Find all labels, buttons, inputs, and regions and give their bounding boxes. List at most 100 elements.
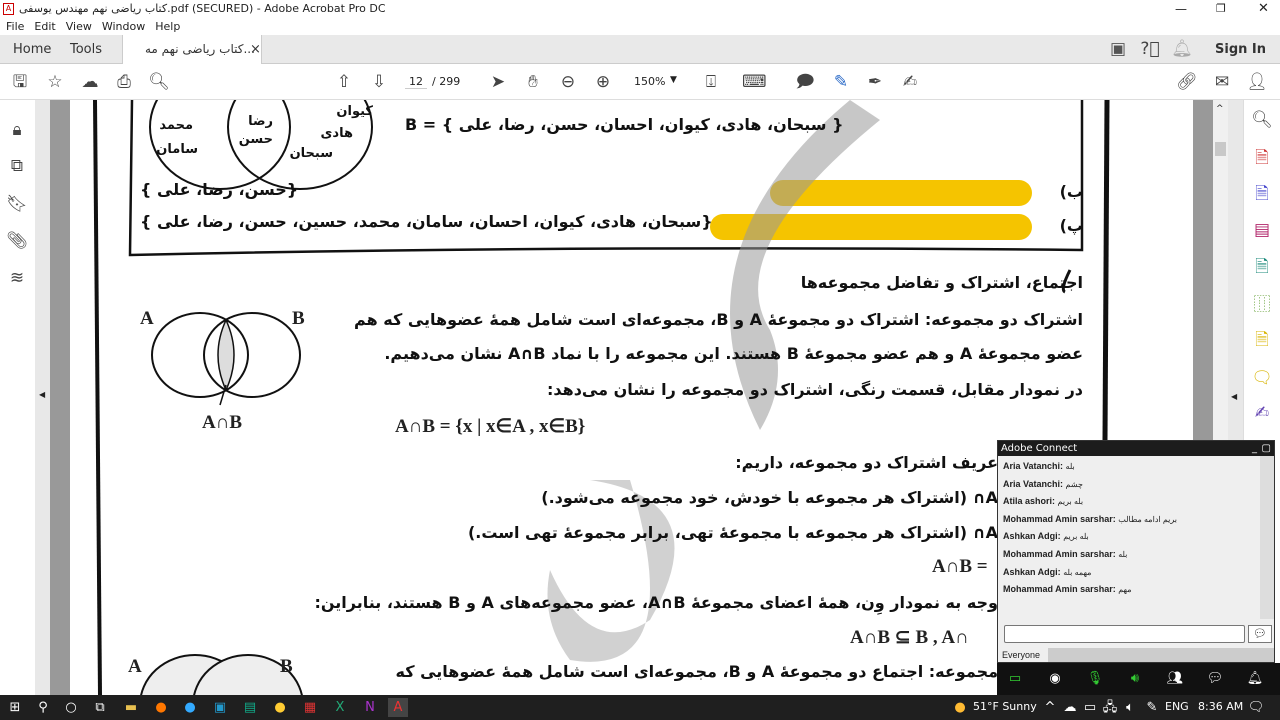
audience-tab-everyone[interactable]: Everyone xyxy=(998,648,1048,662)
compress-icon[interactable]: ⿲ xyxy=(1250,295,1274,315)
hand-tool-icon[interactable]: ✋︎ xyxy=(521,72,545,92)
lock-icon[interactable]: 🔒︎ xyxy=(5,120,29,140)
attachment-icon[interactable]: 📎︎ xyxy=(5,231,29,251)
maximize-chat-button[interactable]: ▢ xyxy=(1262,441,1271,456)
zoom-tool-icon[interactable]: 🔍︎ xyxy=(1250,110,1274,130)
volume-icon[interactable]: 🔈︎ xyxy=(1120,698,1140,717)
scrollbar-thumb[interactable] xyxy=(1215,142,1226,156)
highlighter-icon[interactable]: ✎ xyxy=(829,72,853,92)
close-window-button[interactable]: ✕ xyxy=(1258,0,1269,18)
weather-sun-icon: ● xyxy=(954,700,966,715)
close-tab-icon[interactable]: × xyxy=(250,35,261,64)
upload-cloud-icon[interactable]: ☁ xyxy=(78,72,102,92)
zoom-level-dropdown[interactable]: 150% xyxy=(634,75,665,88)
sticky-note-icon[interactable]: 🗩 xyxy=(793,72,817,92)
search-icon[interactable]: ⚲ xyxy=(33,698,53,717)
zoom-in-icon[interactable]: ⊕ xyxy=(591,72,615,92)
collapse-right-icon[interactable]: ◀ xyxy=(1231,392,1237,401)
language-indicator[interactable]: ENG xyxy=(1165,700,1189,713)
nav-pane-splitter[interactable]: ◀ xyxy=(35,100,50,695)
file-explorer-icon[interactable]: ▬ xyxy=(121,698,141,717)
chevron-down-icon[interactable]: ▼ xyxy=(670,75,677,85)
cortana-icon[interactable]: ○ xyxy=(61,698,81,717)
menu-window[interactable]: Window xyxy=(102,20,145,33)
send-message-button[interactable]: 💬︎ xyxy=(1248,625,1272,643)
windows-start-icon[interactable]: ⊞ xyxy=(5,698,25,717)
bell-icon[interactable]: 🔔︎ xyxy=(1170,39,1194,59)
page-fit-icon[interactable]: ⍗ xyxy=(699,72,723,92)
scroll-up-icon[interactable]: ^ xyxy=(1216,104,1224,114)
sign-icon[interactable]: ✍ xyxy=(1250,403,1274,423)
attendees-icon[interactable]: 👥︎ xyxy=(1165,669,1185,688)
microphone-icon[interactable]: 🎙︎ xyxy=(1085,669,1105,688)
store-icon[interactable]: ▣ xyxy=(210,698,230,717)
webcam-icon[interactable]: ◉ xyxy=(1045,669,1065,688)
menu-view[interactable]: View xyxy=(66,20,92,33)
page-number-input[interactable]: 12 xyxy=(405,75,427,89)
screen-share-icon[interactable]: ▭ xyxy=(1005,669,1025,688)
tab-bar: Home Tools کتاب ریاضی نهم مه... × ▣ ?⃝ 🔔… xyxy=(0,35,1280,65)
minimize-button[interactable]: — xyxy=(1175,0,1187,18)
menu-help[interactable]: Help xyxy=(155,20,180,33)
create-pdf-icon[interactable]: 🗎 xyxy=(1250,148,1274,168)
collapse-left-icon[interactable]: ◀ xyxy=(39,390,45,399)
weather-text[interactable]: 51°F Sunny xyxy=(973,700,1037,713)
help-icon[interactable]: ?⃝ xyxy=(1138,39,1162,59)
tab-home[interactable]: Home xyxy=(13,35,51,64)
fill-sign-icon[interactable]: ✍ xyxy=(898,72,922,92)
star-icon[interactable]: ☆ xyxy=(43,72,67,92)
edge-icon[interactable]: ● xyxy=(180,698,200,717)
save-icon[interactable]: 🖫 xyxy=(8,72,32,92)
chrome-icon[interactable]: ● xyxy=(270,698,290,717)
firefox-icon[interactable]: ● xyxy=(151,698,171,717)
email-icon[interactable]: ✉ xyxy=(1210,72,1234,92)
add-user-icon[interactable]: 👤︎ xyxy=(1245,72,1269,92)
onenote-icon[interactable]: N xyxy=(360,698,380,717)
action-center-icon[interactable]: 🗨 xyxy=(1246,698,1266,717)
sign-in-button[interactable]: Sign In xyxy=(1215,35,1266,64)
pen-tray-icon[interactable]: ✎ xyxy=(1142,698,1162,717)
acrobat-taskbar-icon[interactable]: A xyxy=(388,698,408,717)
chat-icon[interactable]: 💬︎ xyxy=(1205,669,1225,688)
zoom-out-icon[interactable]: ⊖ xyxy=(556,72,580,92)
print-icon[interactable]: ⎙ xyxy=(112,72,136,92)
page-down-icon[interactable]: ⇩ xyxy=(367,72,391,92)
send-review-icon[interactable]: 🗎 xyxy=(1250,257,1274,277)
share-file-icon[interactable]: 🗎 xyxy=(1250,330,1274,350)
chat-message: Atila ashori: بله بریم xyxy=(1003,496,1084,507)
onedrive-icon[interactable]: ☁ xyxy=(1060,698,1080,717)
chat-input[interactable] xyxy=(1004,625,1245,643)
excel-icon[interactable]: X xyxy=(330,698,350,717)
zoom-search-icon[interactable]: 🔍︎ xyxy=(147,72,171,92)
comment-tool-icon[interactable]: 🗨 xyxy=(1250,368,1274,388)
maximize-button[interactable]: ❐ xyxy=(1216,0,1226,18)
notifications-icon[interactable]: 🔔︎ xyxy=(1245,669,1265,688)
select-cursor-icon[interactable]: ➤ xyxy=(486,72,510,92)
pages-icon[interactable]: ⧉ xyxy=(5,156,29,176)
chat-header[interactable]: Adobe Connect _ ▢ xyxy=(998,441,1274,456)
clock[interactable]: 8:36 AM xyxy=(1198,700,1243,713)
network-icon[interactable]: 🖧︎ xyxy=(1100,698,1120,717)
bookmark-icon[interactable]: 🔖︎ xyxy=(5,194,29,214)
menu-file[interactable]: File xyxy=(6,20,24,33)
share-link-icon[interactable]: 🔗︎ xyxy=(1175,72,1199,92)
organize-pages-icon[interactable]: ▤ xyxy=(1250,220,1274,240)
export-pdf-icon[interactable]: 🗎 xyxy=(1250,184,1274,204)
page-up-icon[interactable]: ⇧ xyxy=(332,72,356,92)
tab-tools[interactable]: Tools xyxy=(70,35,102,64)
tab-document[interactable]: کتاب ریاضی نهم مه... × xyxy=(122,35,262,65)
speaker-icon[interactable]: 🔊︎ xyxy=(1125,669,1145,688)
layers-icon[interactable]: ≋ xyxy=(5,268,29,288)
task-view-icon[interactable]: ⧉ xyxy=(90,698,110,717)
minimize-chat-button[interactable]: _ xyxy=(1252,441,1257,456)
set-b-definition: B = { سبحان، هادی، کیوان، احسان، حسن، رض… xyxy=(405,115,844,134)
scroll-mode-icon[interactable]: ⌨ xyxy=(742,72,767,92)
app-icon[interactable]: ▤ xyxy=(240,698,260,717)
paragraph-line: در نمودار مقابل، قسمت رنگی، اشتراک دو مج… xyxy=(546,380,1083,399)
menu-edit[interactable]: Edit xyxy=(34,20,55,33)
draw-icon[interactable]: ✒ xyxy=(863,72,887,92)
battery-icon[interactable]: ▭ xyxy=(1080,698,1100,717)
tray-chevron-icon[interactable]: ^ xyxy=(1040,698,1060,717)
app-icon[interactable]: ▦ xyxy=(300,698,320,717)
comment-icon[interactable]: ▣ xyxy=(1106,39,1130,59)
